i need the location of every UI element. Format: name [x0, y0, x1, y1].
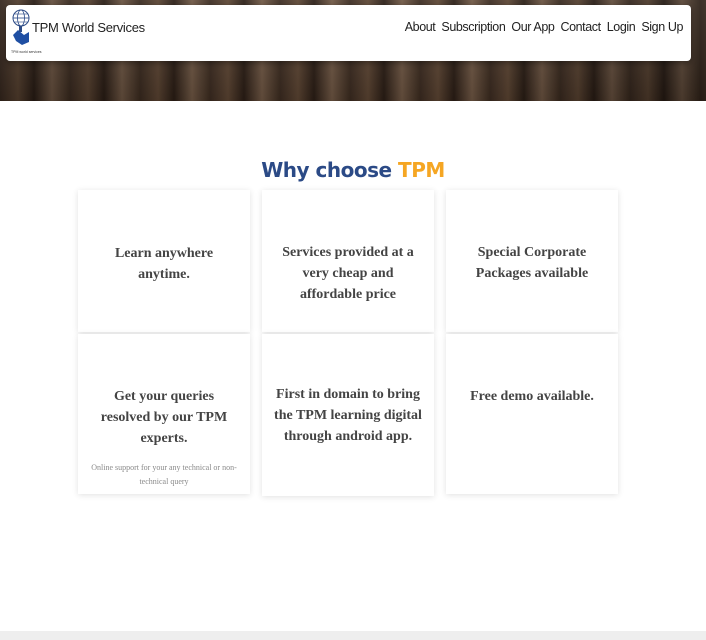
logo[interactable]: TPM world services — [10, 8, 42, 56]
feature-card: Free demo available. — [446, 334, 618, 494]
globe-icon — [12, 9, 30, 45]
footer-strip — [0, 631, 706, 640]
brand-name[interactable]: TPM World Services — [32, 20, 145, 35]
nav-about[interactable]: About — [405, 20, 436, 34]
nav-contact[interactable]: Contact — [560, 20, 601, 34]
feature-card-heading: First in domain to bring the TPM learnin… — [274, 387, 422, 444]
nav-login[interactable]: Login — [607, 20, 636, 34]
nav-sign-up[interactable]: Sign Up — [641, 20, 683, 34]
nav-links: About Subscription Our App Contact Login… — [405, 20, 684, 34]
navbar: TPM world services TPM World Services Ab… — [6, 5, 691, 61]
nav-our-app[interactable]: Our App — [511, 20, 554, 34]
feature-card: First in domain to bring the TPM learnin… — [262, 334, 434, 496]
feature-card-heading: Free demo available. — [470, 389, 594, 404]
feature-card-heading: Special Corporate Packages available — [475, 245, 589, 281]
section-title-main: Why choose — [261, 158, 392, 182]
section-title: Why choose TPM — [0, 158, 706, 182]
feature-card-subtext: Online support for your any technical or… — [91, 463, 237, 486]
feature-card-heading: Get your queries resolved by our TPM exp… — [100, 389, 228, 446]
section-title-accent: TPM — [398, 158, 445, 182]
nav-subscription[interactable]: Subscription — [441, 20, 505, 34]
feature-card: Services provided at a very cheap and af… — [262, 190, 434, 332]
feature-card: Special Corporate Packages available — [446, 190, 618, 332]
feature-card-heading: Services provided at a very cheap and af… — [282, 245, 414, 302]
feature-card-heading: Learn anywhere anytime. — [114, 246, 214, 282]
feature-card: Get your queries resolved by our TPM exp… — [78, 334, 250, 494]
feature-card: Learn anywhere anytime. — [78, 190, 250, 332]
logo-tagline: TPM world services — [11, 50, 42, 54]
